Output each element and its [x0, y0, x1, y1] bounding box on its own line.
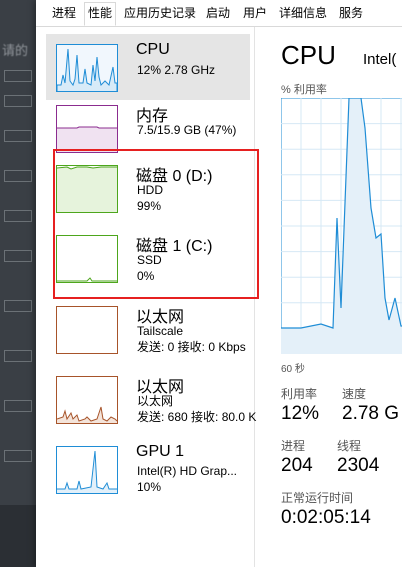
- cpu-thumbnail-graph: [56, 44, 118, 92]
- background-text: 请的: [2, 43, 29, 58]
- threads-value: 2304: [337, 455, 380, 476]
- memory-thumbnail-graph: [56, 105, 118, 153]
- device-item-cpu[interactable]: CPU 12% 2.78 GHz: [46, 34, 250, 100]
- device-item-gpu[interactable]: GPU 1 Intel(R) HD Grap... 10%: [46, 441, 250, 507]
- device-adapter: 以太网: [137, 394, 174, 408]
- utilization-axis-label: % 利用率: [281, 84, 327, 96]
- highlight-box: [53, 149, 259, 299]
- device-adapter: Tailscale: [137, 324, 184, 338]
- detail-panel: CPU Intel( % 利用率 60 秒 利用率 速度 12% 2.78 G …: [255, 27, 402, 567]
- background-box: [4, 170, 32, 182]
- utilization-value: 12%: [281, 403, 320, 424]
- tab-app-history[interactable]: 应用历史记录: [121, 3, 199, 23]
- detail-model: Intel(: [363, 51, 397, 68]
- device-name: CPU: [136, 41, 170, 58]
- background-box: [4, 400, 32, 412]
- background-taskbar: [0, 505, 36, 567]
- background-box: [4, 300, 32, 312]
- device-detail: 7.5/15.9 GB (47%): [137, 123, 237, 137]
- device-detail: 12% 2.78 GHz: [137, 63, 216, 77]
- gpu-thumbnail-graph: [56, 446, 118, 494]
- device-name: GPU 1: [136, 443, 185, 460]
- task-manager-window: 进程 性能 应用历史记录 启动 用户 详细信息 服务 CPU 12% 2.78 …: [36, 0, 402, 567]
- tab-bar: 进程 性能 应用历史记录 启动 用户 详细信息 服务: [36, 0, 402, 27]
- device-item-ethernet[interactable]: 以太网 以太网 发送: 680 接收: 80.0 K: [46, 371, 256, 437]
- uptime-value: 0:02:05:14: [281, 507, 371, 528]
- uptime-label: 正常运行时间: [281, 491, 354, 505]
- tab-details[interactable]: 详细信息: [276, 3, 330, 23]
- device-list: CPU 12% 2.78 GHz 内存 7.5/15.9 GB (47%) 磁盘…: [36, 27, 259, 567]
- background-box: [4, 250, 32, 262]
- background-box: [4, 95, 32, 107]
- device-throughput: 发送: 680 接收: 80.0 K: [137, 410, 257, 424]
- tab-startup[interactable]: 启动: [203, 3, 233, 23]
- background-box: [4, 350, 32, 362]
- time-axis-label: 60 秒: [281, 364, 305, 375]
- background-box: [4, 450, 32, 462]
- tab-performance[interactable]: 性能: [84, 2, 116, 26]
- background-box: [4, 130, 32, 142]
- device-usage: 10%: [137, 480, 162, 494]
- background-window: 请的: [0, 0, 36, 567]
- tab-users[interactable]: 用户: [240, 3, 270, 23]
- processes-value: 204: [281, 455, 313, 476]
- speed-label: 速度: [342, 387, 367, 401]
- background-box: [4, 70, 32, 82]
- ethernet-thumbnail-graph: [56, 306, 118, 354]
- utilization-label: 利用率: [281, 387, 318, 401]
- device-item-ethernet-tailscale[interactable]: 以太网 Tailscale 发送: 0 接收: 0 Kbps: [46, 301, 250, 367]
- device-model: Intel(R) HD Grap...: [137, 464, 238, 478]
- threads-label: 线程: [337, 439, 362, 453]
- tab-services[interactable]: 服务: [336, 3, 366, 23]
- background-box: [4, 210, 32, 222]
- cpu-utilization-graph: [280, 97, 402, 355]
- ethernet-thumbnail-graph: [56, 376, 118, 424]
- tab-processes[interactable]: 进程: [50, 3, 78, 23]
- detail-title: CPU: [281, 40, 336, 70]
- device-throughput: 发送: 0 接收: 0 Kbps: [137, 340, 246, 354]
- speed-value: 2.78 G: [342, 403, 400, 424]
- processes-label: 进程: [281, 439, 306, 453]
